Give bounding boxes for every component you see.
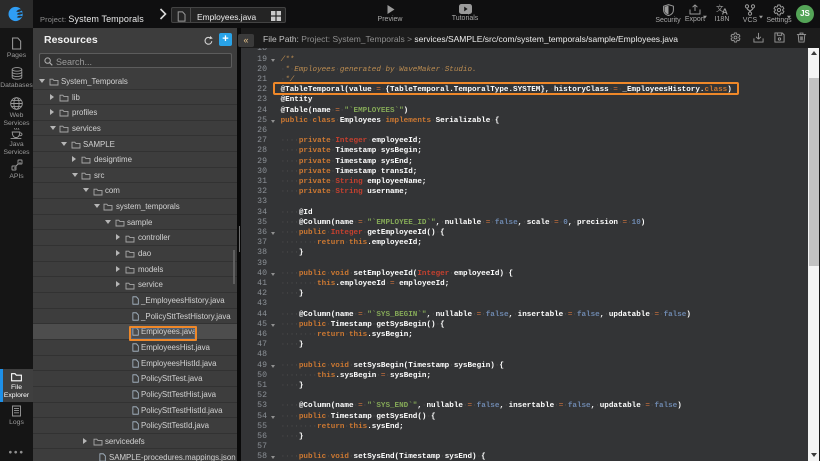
svg-text:A: A — [721, 7, 727, 16]
